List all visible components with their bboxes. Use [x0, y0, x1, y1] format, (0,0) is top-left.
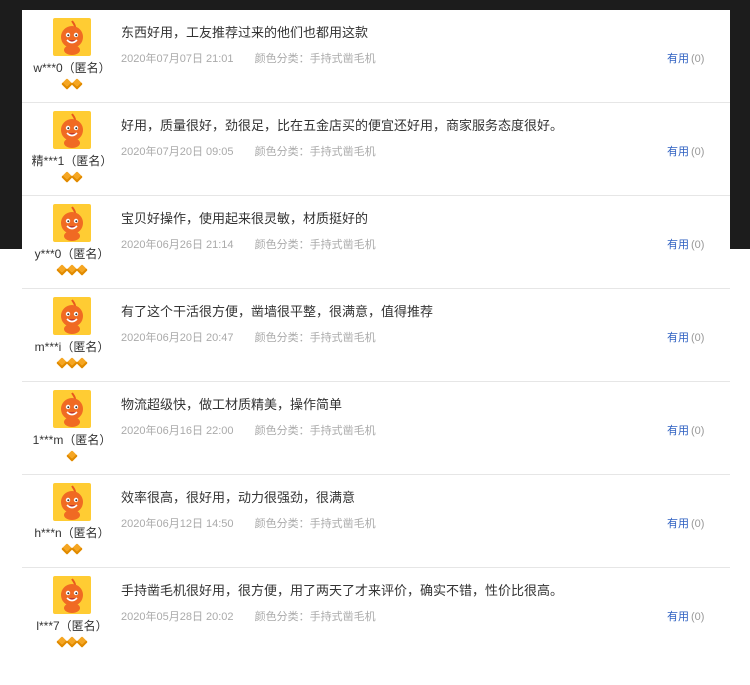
reviewer-info: h***n（匿名） [22, 483, 122, 555]
review-date: 2020年06月26日 21:14 [121, 239, 234, 251]
useful-vote: 有用 (0) [667, 143, 704, 159]
avatar[interactable] [53, 111, 91, 149]
useful-count: (0) [691, 518, 705, 530]
reviewer-info: w***0（匿名） [22, 18, 122, 90]
review-item: 精***1（匿名） 好用，质量很好，劲很足，比在五金店买的便宜还好用，商家服务态… [22, 103, 730, 196]
diamond-badge-icon [71, 78, 83, 90]
orange-mascot-avatar-icon [61, 113, 83, 148]
review-item: l***7（匿名） 手持凿毛机很好用，很方便，用了两天了才来评价，确实不错，性价… [22, 568, 730, 660]
reviewer-info: y***0（匿名） [22, 204, 122, 276]
review-text: 有了这个干活很方便，凿墙很平整，很满意，值得推荐 [121, 305, 434, 320]
orange-mascot-avatar-icon [61, 392, 83, 427]
review-text: 物流超级快，做工材质精美，操作简单 [121, 398, 343, 413]
diamond-badge-icon [71, 543, 83, 555]
useful-count: (0) [691, 53, 705, 65]
review-meta: 2020年07月07日 21:01 颜色分类：手持式凿毛机 [121, 50, 376, 66]
review-date: 2020年07月20日 09:05 [121, 146, 234, 158]
review-item: h***n（匿名） 效率很高，很好用，动力很强劲，很满意 2020年06月12日… [22, 475, 730, 568]
review-list: w***0（匿名） 东西好用，工友推荐过来的他们也都用这款 2020年07月07… [22, 10, 730, 660]
review-meta: 2020年06月26日 21:14 颜色分类：手持式凿毛机 [121, 236, 376, 252]
avatar[interactable] [53, 18, 91, 56]
reviewer-name: w***0（匿名） [33, 61, 111, 75]
useful-count: (0) [691, 611, 705, 623]
useful-vote: 有用 (0) [667, 608, 704, 624]
useful-vote: 有用 (0) [667, 50, 704, 66]
review-sku: 颜色分类：手持式凿毛机 [254, 239, 376, 251]
review-sku: 颜色分类：手持式凿毛机 [254, 332, 376, 344]
review-sku: 颜色分类：手持式凿毛机 [254, 425, 376, 437]
reviewer-name: 1***m（匿名） [32, 433, 112, 447]
review-item: y***0（匿名） 宝贝好操作，使用起来很灵敏，材质挺好的 2020年06月26… [22, 196, 730, 289]
review-meta: 2020年05月28日 20:02 颜色分类：手持式凿毛机 [121, 608, 376, 624]
review-date: 2020年06月12日 14:50 [121, 518, 234, 530]
useful-button[interactable]: 有用 [667, 518, 689, 530]
reviewer-name: h***n（匿名） [34, 526, 110, 540]
review-date: 2020年07月07日 21:01 [121, 53, 234, 65]
review-meta: 2020年06月12日 14:50 颜色分类：手持式凿毛机 [121, 515, 376, 531]
reviewer-level-badges [22, 450, 122, 462]
review-sku: 颜色分类：手持式凿毛机 [254, 611, 376, 623]
orange-mascot-avatar-icon [61, 485, 83, 520]
reviewer-name: l***7（匿名） [36, 619, 108, 633]
reviewer-level-badges [22, 636, 122, 648]
avatar[interactable] [53, 483, 91, 521]
review-text: 好用，质量很好，劲很足，比在五金店买的便宜还好用，商家服务态度很好。 [121, 119, 564, 134]
useful-count: (0) [691, 239, 705, 251]
review-item: w***0（匿名） 东西好用，工友推荐过来的他们也都用这款 2020年07月07… [22, 10, 730, 103]
orange-mascot-avatar-icon [61, 20, 83, 55]
review-text: 东西好用，工友推荐过来的他们也都用这款 [121, 26, 369, 41]
avatar[interactable] [53, 204, 91, 242]
review-date: 2020年06月20日 20:47 [121, 332, 234, 344]
useful-button[interactable]: 有用 [667, 146, 689, 158]
orange-mascot-avatar-icon [61, 578, 83, 613]
useful-count: (0) [691, 425, 705, 437]
diamond-badge-icon [76, 264, 88, 276]
useful-button[interactable]: 有用 [667, 239, 689, 251]
useful-button[interactable]: 有用 [667, 425, 689, 437]
review-item: 1***m（匿名） 物流超级快，做工材质精美，操作简单 2020年06月16日 … [22, 382, 730, 475]
useful-vote: 有用 (0) [667, 515, 704, 531]
review-text: 效率很高，很好用，动力很强劲，很满意 [121, 491, 356, 506]
useful-vote: 有用 (0) [667, 236, 704, 252]
reviewer-info: 1***m（匿名） [22, 390, 122, 462]
review-item: m***i（匿名） 有了这个干活很方便，凿墙很平整，很满意，值得推荐 2020年… [22, 289, 730, 382]
review-sku: 颜色分类：手持式凿毛机 [254, 53, 376, 65]
diamond-badge-icon [71, 171, 83, 183]
useful-vote: 有用 (0) [667, 422, 704, 438]
diamond-badge-icon [76, 636, 88, 648]
reviewer-level-badges [22, 78, 122, 90]
review-sku: 颜色分类：手持式凿毛机 [254, 146, 376, 158]
reviewer-level-badges [22, 543, 122, 555]
review-meta: 2020年06月20日 20:47 颜色分类：手持式凿毛机 [121, 329, 376, 345]
review-text: 手持凿毛机很好用，很方便，用了两天了才来评价，确实不错，性价比很高。 [121, 584, 564, 599]
avatar[interactable] [53, 576, 91, 614]
useful-count: (0) [691, 146, 705, 158]
useful-button[interactable]: 有用 [667, 332, 689, 344]
reviewer-info: m***i（匿名） [22, 297, 122, 369]
orange-mascot-avatar-icon [61, 299, 83, 334]
diamond-badge-icon [66, 450, 78, 462]
review-text: 宝贝好操作，使用起来很灵敏，材质挺好的 [121, 212, 369, 227]
reviewer-info: l***7（匿名） [22, 576, 122, 648]
reviewer-info: 精***1（匿名） [22, 111, 122, 183]
useful-vote: 有用 (0) [667, 329, 704, 345]
orange-mascot-avatar-icon [61, 206, 83, 241]
review-date: 2020年06月16日 22:00 [121, 425, 234, 437]
reviewer-name: m***i（匿名） [34, 340, 110, 354]
reviewer-name: 精***1（匿名） [31, 154, 113, 168]
reviewer-level-badges [22, 357, 122, 369]
review-meta: 2020年06月16日 22:00 颜色分类：手持式凿毛机 [121, 422, 376, 438]
reviewer-name: y***0（匿名） [34, 247, 110, 261]
diamond-badge-icon [76, 357, 88, 369]
useful-button[interactable]: 有用 [667, 53, 689, 65]
avatar[interactable] [53, 297, 91, 335]
reviewer-level-badges [22, 264, 122, 276]
useful-count: (0) [691, 332, 705, 344]
review-sku: 颜色分类：手持式凿毛机 [254, 518, 376, 530]
review-meta: 2020年07月20日 09:05 颜色分类：手持式凿毛机 [121, 143, 376, 159]
useful-button[interactable]: 有用 [667, 611, 689, 623]
reviewer-level-badges [22, 171, 122, 183]
avatar[interactable] [53, 390, 91, 428]
review-date: 2020年05月28日 20:02 [121, 611, 234, 623]
